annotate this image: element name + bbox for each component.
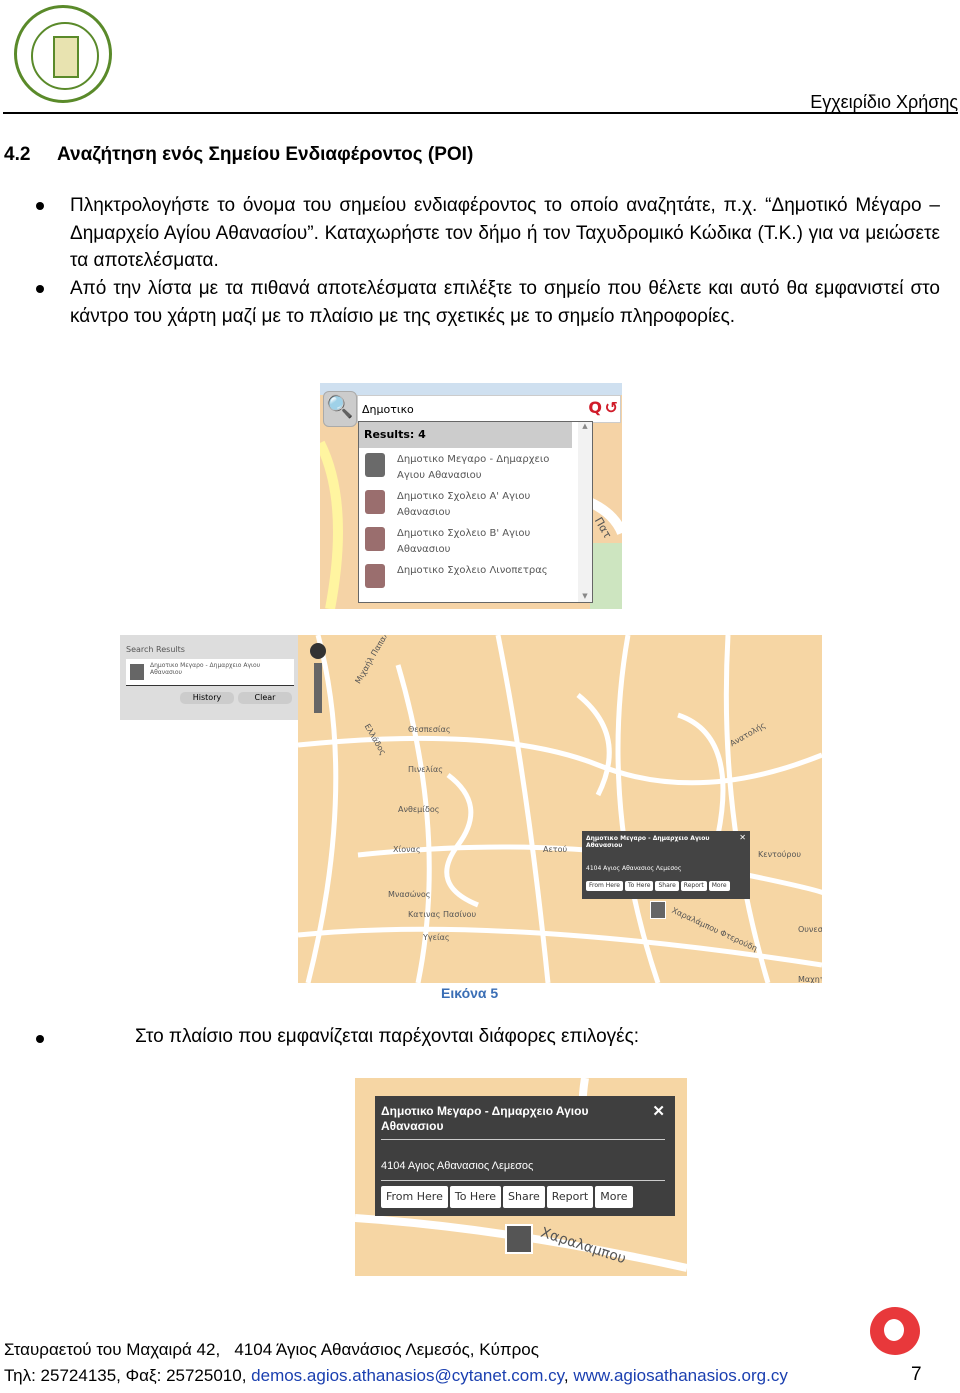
share-button[interactable]: Share bbox=[503, 1186, 545, 1208]
popup-address: 4104 Αγιος Αθανασιος Λεμεσος bbox=[381, 1160, 534, 1172]
street-label: Κατινας Πασίνου bbox=[408, 910, 477, 919]
search-input[interactable]: Δημοτικο Q ↺ bbox=[357, 395, 621, 423]
town-hall-icon bbox=[130, 664, 144, 680]
from-here-button[interactable]: From Here bbox=[586, 881, 624, 891]
more-button[interactable]: More bbox=[595, 1186, 633, 1208]
result-item[interactable]: Δημοτικο Σχολειο Λινοπετρας bbox=[359, 559, 567, 596]
street-label: Χίονας bbox=[393, 845, 421, 854]
poi-popup: Δημοτικο Μεγαρο - Δημαρχειο Αγιου Αθανασ… bbox=[582, 831, 750, 899]
street-label: Πινελίας bbox=[408, 765, 443, 774]
bullet bbox=[36, 202, 44, 210]
website-link[interactable]: www.agiosathanasios.org.cy bbox=[573, 1366, 788, 1385]
section-title: Αναζήτηση ενός Σημείου Ενδιαφέροντος (PO… bbox=[57, 144, 474, 165]
clear-search-icon[interactable]: ↺ bbox=[605, 398, 618, 417]
share-button[interactable]: Share bbox=[655, 881, 679, 891]
results-dropdown: Results: 4 ▲ ▼ Δημοτικο Μεγαρο - Δημαρχει… bbox=[358, 421, 593, 603]
search-button[interactable]: 🔍 bbox=[323, 391, 357, 427]
results-count: Results: 4 bbox=[359, 422, 572, 448]
scrollbar[interactable]: ▲ ▼ bbox=[578, 422, 592, 602]
result-item[interactable]: Δημοτικο Μεγαρο - Δημαρχειο Αγιου Αθανασ… bbox=[126, 659, 294, 686]
street-label: Αετού bbox=[543, 845, 568, 854]
to-here-button[interactable]: To Here bbox=[625, 881, 654, 891]
street-label: Μνασώνος bbox=[388, 890, 431, 899]
section-number: 4.2 bbox=[4, 144, 31, 165]
map-screenshot: Search Results Δημοτικο Μεγαρο - Δημαρχε… bbox=[120, 635, 822, 983]
close-icon[interactable]: ✕ bbox=[652, 1102, 665, 1120]
report-button[interactable]: Report bbox=[546, 1186, 594, 1208]
bullet-text: Πληκτρολογήστε το όνομα του σημείου ενδι… bbox=[70, 195, 940, 271]
street-label: Ουνεσκο bbox=[798, 925, 822, 934]
figure-caption: Εικόνα 5 bbox=[441, 985, 499, 1001]
search-screenshot: Πατ 🔍 Δημοτικο Q ↺ Results: 4 ▲ ▼ Δημοτικ… bbox=[320, 383, 622, 609]
town-hall-icon bbox=[365, 453, 385, 477]
school-icon bbox=[365, 527, 385, 551]
footer-address: Σταυραετού του Μαχαιρά 42, 4104 Άγιος Αθ… bbox=[4, 1340, 539, 1359]
map[interactable]: Μιχαήλ Παπαλλήνη Θεσπεσίας Ελλάδος Πινελίας… bbox=[298, 635, 822, 983]
town-hall-marker[interactable] bbox=[505, 1224, 533, 1254]
footer-contact: Τηλ: 25724135, Φαξ: 25725010, demos.agio… bbox=[4, 1366, 788, 1385]
result-item[interactable]: Δημοτικο Μεγαρο - Δημαρχειο Αγιου Αθανασ… bbox=[359, 448, 567, 485]
school-icon bbox=[365, 564, 385, 588]
zoom-control[interactable] bbox=[310, 643, 326, 723]
email-link[interactable]: demos.agios.athanasios@cytanet.com.cy bbox=[251, 1366, 564, 1385]
result-item[interactable]: Δημοτικο Σχολειο Α' Αγιου Αθανασιου bbox=[359, 485, 567, 522]
search-results-panel: Search Results Δημοτικο Μεγαρο - Δημαρχε… bbox=[120, 635, 299, 983]
street-network bbox=[298, 635, 822, 983]
document-title: Εγχειρίδιο Χρήσης bbox=[810, 92, 958, 112]
footer-logo bbox=[870, 1307, 920, 1355]
bullet-text: Στο πλαίσιο που εμφανίζεται παρέχονται δ… bbox=[135, 1026, 640, 1047]
report-button[interactable]: Report bbox=[680, 881, 707, 891]
school-icon bbox=[365, 490, 385, 514]
to-here-button[interactable]: To Here bbox=[449, 1186, 502, 1208]
close-icon[interactable]: ✕ bbox=[739, 833, 746, 842]
bullet bbox=[36, 285, 44, 293]
search-go-icon[interactable]: Q bbox=[588, 398, 602, 417]
street-label: Ανθεμίδος bbox=[398, 805, 440, 814]
popup-title: Δημοτικο Μεγαρο - Δημαρχειο Αγιου Αθανασ… bbox=[381, 1104, 589, 1133]
header-rule bbox=[3, 112, 958, 114]
municipality-logo bbox=[14, 5, 112, 103]
result-item[interactable]: Δημοτικο Σχολειο Β' Αγιου Αθανασιου bbox=[359, 522, 567, 559]
more-button[interactable]: More bbox=[708, 881, 730, 891]
street-label: Κεντούρου bbox=[758, 850, 801, 859]
clear-button[interactable]: Clear bbox=[238, 692, 292, 704]
history-button[interactable]: History bbox=[180, 692, 234, 704]
street-label: Υγείας bbox=[423, 933, 450, 942]
street-label: Μαχητών bbox=[798, 975, 822, 983]
panel-title: Search Results bbox=[126, 645, 185, 654]
town-hall-marker[interactable] bbox=[650, 901, 666, 919]
popup-screenshot: Δημοτικο Μεγαρο - Δημαρχειο Αγιου Αθανασ… bbox=[355, 1078, 687, 1276]
bullet bbox=[36, 1035, 44, 1043]
street-label: Θεσπεσίας bbox=[408, 725, 451, 734]
bullet-text: Από την λίστα με τα πιθανά αποτελέσματα … bbox=[70, 278, 940, 327]
from-here-button[interactable]: From Here bbox=[381, 1186, 448, 1208]
page-number: 7 bbox=[911, 1364, 922, 1385]
